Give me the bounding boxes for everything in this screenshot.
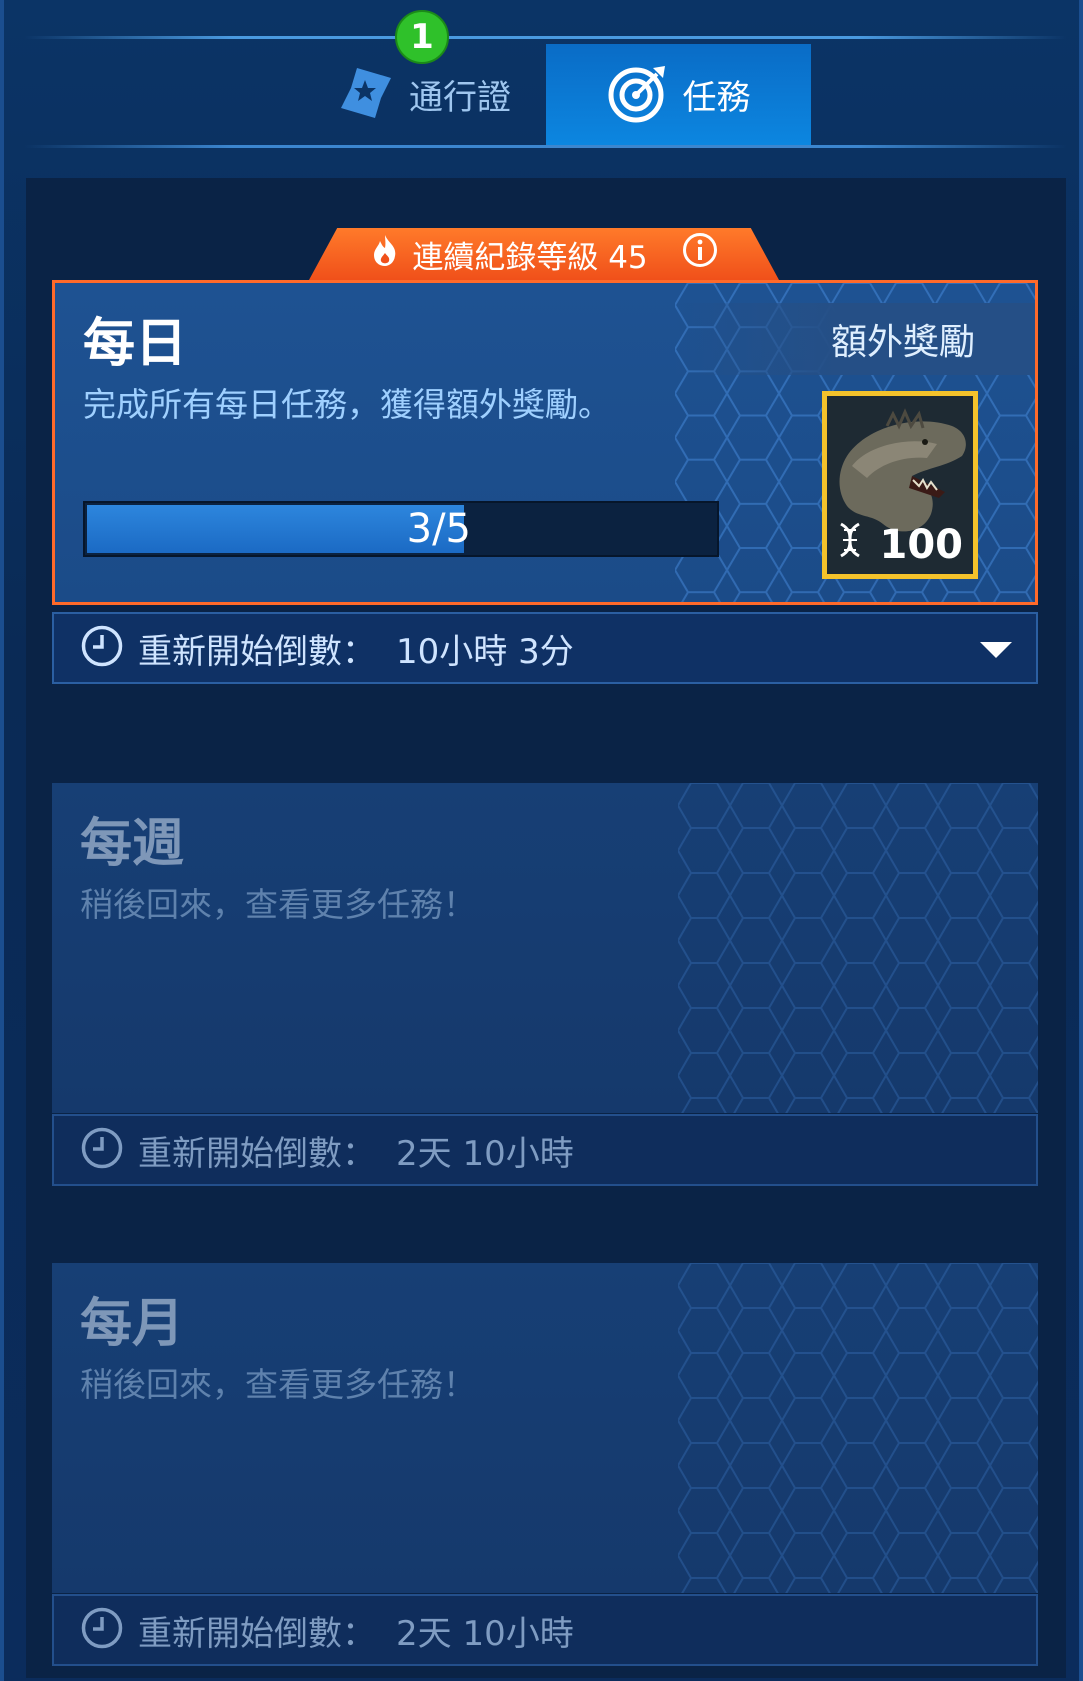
weekly-timer-label: 重新開始倒數： — [138, 1133, 376, 1174]
dna-icon — [835, 520, 865, 564]
reward-card[interactable]: 100 — [822, 391, 978, 579]
daily-progress-text: 3/5 — [406, 506, 471, 552]
clock-icon — [80, 1126, 124, 1174]
monthly-title: 每月 — [80, 1294, 185, 1354]
weekly-description: 稍後回來，查看更多任務！ — [80, 885, 476, 924]
weekly-title: 每週 — [80, 814, 185, 874]
clock-icon — [80, 1606, 124, 1654]
clock-icon — [80, 624, 124, 672]
daily-mission-card[interactable]: 每日 完成所有每日任務，獲得額外獎勵。 額外獎勵 3/5 100 — [52, 280, 1038, 605]
daily-timer-value: 10小時 3分 — [396, 631, 574, 672]
streak-banner-content: 連續紀錄等級 45 — [309, 228, 779, 280]
monthly-timer-bar: 重新開始倒數： 2天 10小時 — [52, 1594, 1038, 1666]
tab-bar-bottom-line — [24, 145, 1067, 148]
weekly-timer-bar: 重新開始倒數： 2天 10小時 — [52, 1114, 1038, 1186]
target-icon — [607, 62, 669, 128]
monthly-timer-label: 重新開始倒數： — [138, 1613, 376, 1654]
weekly-mission-card: 每週 稍後回來，查看更多任務！ — [52, 783, 1038, 1113]
hex-pattern — [678, 1263, 1038, 1593]
hex-pattern — [678, 783, 1038, 1113]
streak-label: 連續紀錄等級 45 — [412, 239, 648, 276]
notification-badge: 1 — [395, 10, 449, 64]
info-icon[interactable] — [682, 232, 718, 276]
tab-missions[interactable]: 任務 — [546, 44, 811, 145]
tab-pass-label: 通行證 — [409, 78, 511, 118]
daily-timer-bar[interactable]: 重新開始倒數： 10小時 3分 — [52, 612, 1038, 684]
missions-screen: 通行證 任務 1 連續紀錄等級 45 每日 完成所有每日任務，獲得額外獎勵。 額… — [0, 0, 1083, 1681]
reward-amount: 100 — [879, 522, 964, 568]
monthly-description: 稍後回來，查看更多任務！ — [80, 1365, 476, 1404]
ticket-icon — [337, 64, 395, 126]
tab-bar-top-line — [24, 36, 1067, 39]
weekly-timer-value: 2天 10小時 — [396, 1133, 574, 1174]
daily-title: 每日 — [83, 314, 188, 374]
daily-timer-label: 重新開始倒數： — [138, 631, 376, 672]
monthly-mission-card: 每月 稍後回來，查看更多任務！ — [52, 1263, 1038, 1593]
streak-banner: 連續紀錄等級 45 — [309, 228, 779, 280]
monthly-timer-value: 2天 10小時 — [396, 1613, 574, 1654]
daily-description: 完成所有每日任務，獲得額外獎勵。 — [83, 385, 611, 424]
bonus-reward-label: 額外獎勵 — [675, 303, 1035, 375]
daily-progress-bar: 3/5 — [83, 501, 719, 557]
tab-missions-label: 任務 — [682, 78, 751, 118]
chevron-down-icon[interactable] — [978, 638, 1014, 664]
tab-bar: 通行證 任務 1 — [4, 0, 1083, 150]
flame-icon — [370, 233, 400, 275]
